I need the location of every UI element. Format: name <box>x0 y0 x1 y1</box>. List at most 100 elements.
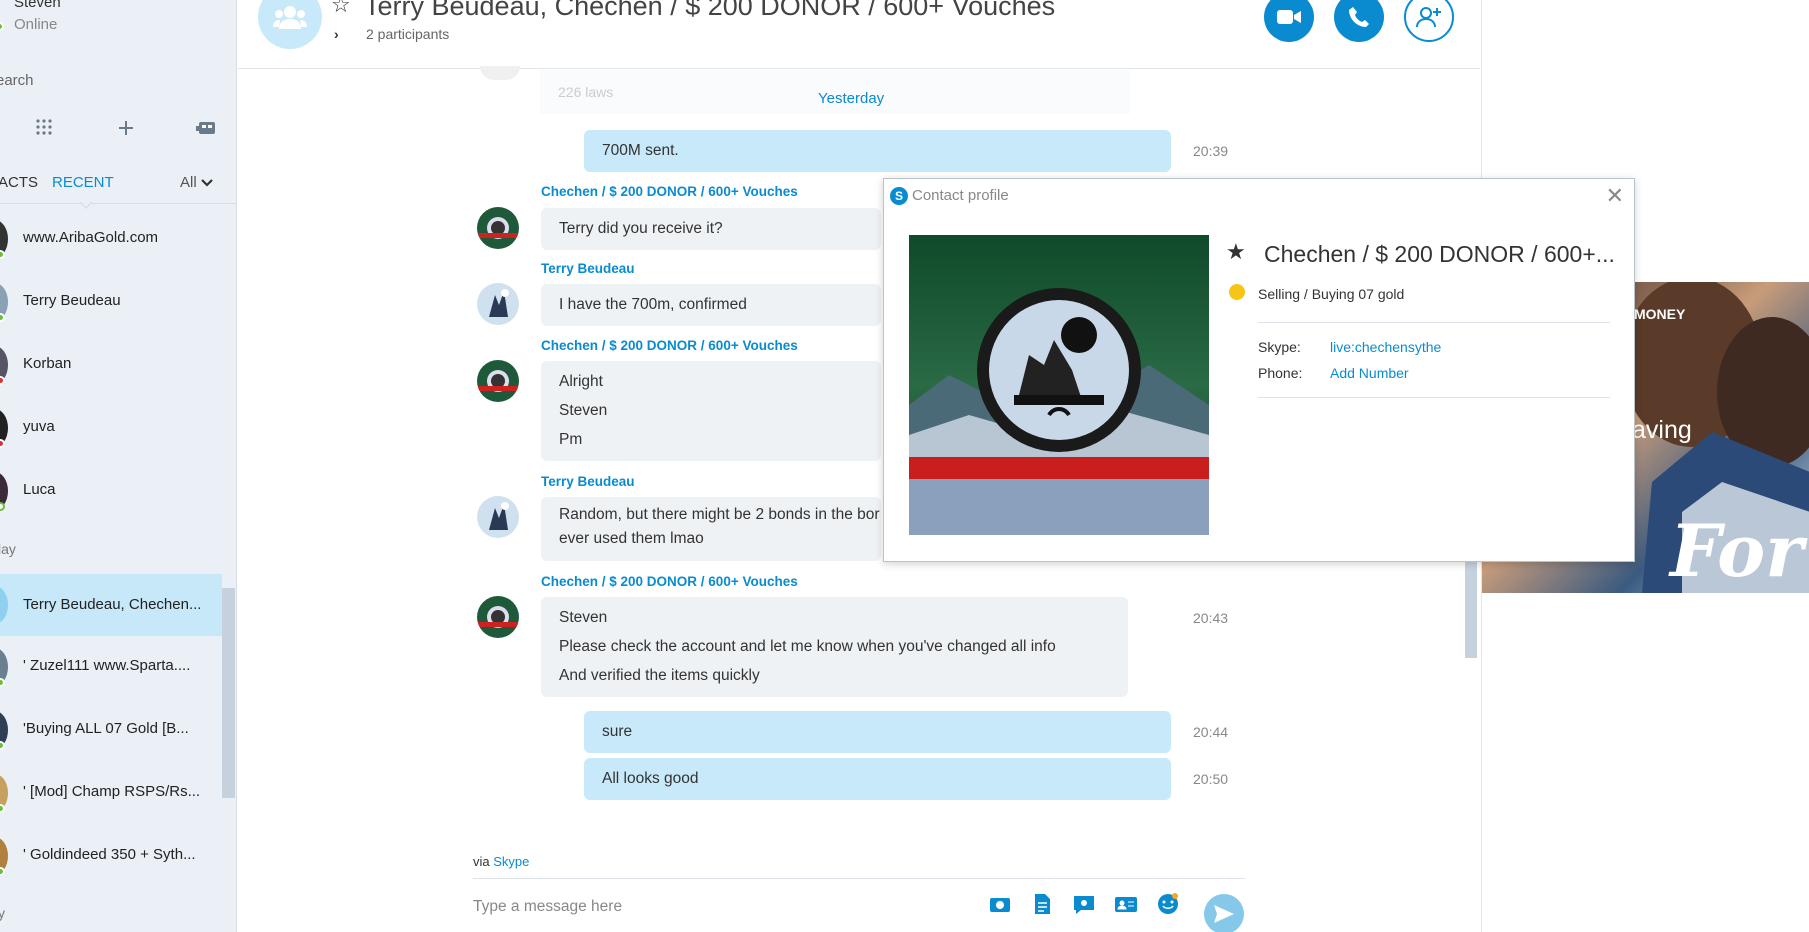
phone-label: Phone: <box>1258 365 1303 381</box>
status-icon <box>0 376 5 385</box>
incoming-message[interactable]: I have the 700m, confirmed <box>541 284 881 326</box>
skype-link[interactable]: Skype <box>493 854 529 869</box>
recent-item[interactable]: ' Zuzel111 www.Sparta.... <box>0 640 222 696</box>
user-name[interactable]: Steven <box>14 0 61 11</box>
avatar <box>480 66 520 80</box>
contact-item[interactable]: Luca <box>0 464 222 520</box>
recent-item[interactable]: ' [Mod] Champ RSPS/Rs... <box>0 766 222 822</box>
message-text: Alright <box>559 373 603 390</box>
sender-name[interactable]: Terry Beudeau <box>541 474 635 489</box>
participants-count[interactable]: 2 participants <box>366 26 449 42</box>
avatar[interactable] <box>477 596 519 638</box>
online-status-icon <box>0 22 4 31</box>
outgoing-message[interactable]: 700M sent. <box>584 130 1171 172</box>
contact-profile-dialog: S Contact profile ✕ ★ Chechen / $ 200 DO… <box>883 178 1635 562</box>
status-icon <box>0 502 5 511</box>
phone-icon <box>1349 7 1369 27</box>
recent-item[interactable]: ' Goldindeed 350 + Syth... <box>0 829 222 885</box>
composer-divider <box>473 878 1245 879</box>
section-label-today: lay <box>0 541 16 557</box>
contact-item[interactable]: yuva <box>0 401 222 457</box>
audio-call-button[interactable] <box>1334 0 1384 42</box>
status-icon <box>0 678 5 687</box>
ad-headline: MONEY <box>1634 306 1686 322</box>
bot-icon[interactable] <box>196 118 218 144</box>
tab-contacts[interactable]: ACTS <box>0 174 38 191</box>
video-message-icon[interactable] <box>1072 892 1096 916</box>
via-prefix: via <box>473 854 490 869</box>
skype-logo-icon: S <box>890 187 908 205</box>
plus-icon[interactable] <box>116 118 136 144</box>
chevron-right-icon[interactable]: › <box>334 26 339 42</box>
recent-name: Terry Beudeau, Chechen... <box>23 596 202 613</box>
send-button[interactable] <box>1204 894 1244 932</box>
status-icon <box>0 804 5 813</box>
contact-item[interactable]: www.AribaGold.com <box>0 212 222 268</box>
dialpad-icon[interactable] <box>34 118 54 144</box>
conversation-title[interactable]: Terry Beudeau, Chechen / $ 200 DONOR / 6… <box>364 0 1055 22</box>
send-icon <box>1214 905 1234 923</box>
incoming-message[interactable]: Random, but there might be 2 bonds in th… <box>541 497 881 561</box>
avatar[interactable] <box>477 360 519 402</box>
mood-message: Selling / Buying 07 gold <box>1258 286 1405 302</box>
recent-name: 'Buying ALL 07 Gold [B... <box>23 720 189 737</box>
message-text: I have the 700m, confirmed <box>559 296 747 313</box>
incoming-message[interactable]: Alright Steven Pm <box>541 361 881 461</box>
sender-name[interactable]: Chechen / $ 200 DONOR / 600+ Vouches <box>541 338 798 353</box>
emoticon-icon[interactable] <box>1156 892 1180 916</box>
send-image-icon[interactable] <box>988 892 1012 916</box>
filter-dropdown[interactable]: All <box>180 174 213 191</box>
contact-name: Korban <box>23 355 72 372</box>
conversation-scrollbar[interactable] <box>1465 558 1477 658</box>
recent-item[interactable]: 'Buying ALL 07 Gold [B... <box>0 703 222 759</box>
contact-name: yuva <box>23 418 55 435</box>
message-text: All looks good <box>602 770 699 787</box>
message-input[interactable]: Type a message here <box>473 898 622 916</box>
tab-recent[interactable]: RECENT <box>52 174 114 191</box>
message-text: Steven <box>559 609 608 626</box>
skype-label: Skype: <box>1258 339 1301 355</box>
send-contact-icon[interactable] <box>1114 892 1138 916</box>
message-time: 20:44 <box>1193 724 1229 740</box>
message-text: sure <box>602 723 633 740</box>
sidebar-scrollbar[interactable] <box>222 588 235 798</box>
recent-name: ' [Mod] Champ RSPS/Rs... <box>23 783 201 800</box>
recent-item-active[interactable]: Terry Beudeau, Chechen... <box>0 574 222 636</box>
faded-message-text: 226 laws <box>558 84 614 100</box>
add-participant-button[interactable] <box>1404 0 1454 42</box>
recent-name: ' Zuzel111 www.Sparta.... <box>23 657 191 674</box>
status-icon <box>0 867 5 876</box>
add-number-link[interactable]: Add Number <box>1330 365 1409 381</box>
outgoing-message[interactable]: sure <box>584 711 1171 753</box>
avatar[interactable] <box>477 283 519 325</box>
send-file-icon[interactable] <box>1030 892 1054 916</box>
via-label: via Skype <box>473 854 529 869</box>
contact-item[interactable]: Korban <box>0 338 222 394</box>
sender-name[interactable]: Terry Beudeau <box>541 261 635 276</box>
divider <box>1258 322 1610 323</box>
status-icon <box>0 313 5 322</box>
message-text: 700M sent. <box>602 142 679 159</box>
sender-name[interactable]: Chechen / $ 200 DONOR / 600+ Vouches <box>541 574 798 589</box>
ad-tagline: aving <box>1632 416 1692 444</box>
avatar[interactable] <box>477 207 519 249</box>
contact-name: www.AribaGold.com <box>23 229 159 246</box>
sender-name[interactable]: Chechen / $ 200 DONOR / 600+ Vouches <box>541 184 798 199</box>
close-icon[interactable]: ✕ <box>1606 183 1624 209</box>
search-input[interactable]: earch <box>0 72 34 89</box>
contact-name: Luca <box>23 481 56 498</box>
user-status[interactable]: Online <box>14 16 57 33</box>
recent-name: ' Goldindeed 350 + Syth... <box>23 846 196 863</box>
favorite-star-icon[interactable]: ☆ <box>331 0 351 18</box>
video-call-button[interactable] <box>1264 0 1314 42</box>
avatar[interactable] <box>477 496 519 538</box>
outgoing-message[interactable]: All looks good <box>584 758 1171 800</box>
filter-label: All <box>180 174 197 191</box>
incoming-message[interactable]: Steven Please check the account and let … <box>541 597 1128 697</box>
incoming-message[interactable]: Terry did you receive it? <box>541 208 881 250</box>
group-avatar[interactable] <box>258 0 322 49</box>
favorite-star-icon[interactable]: ★ <box>1226 239 1246 265</box>
status-icon <box>0 250 5 259</box>
contact-item[interactable]: Terry Beudeau <box>0 275 222 331</box>
skype-id-link[interactable]: live:chechensythe <box>1330 339 1441 355</box>
